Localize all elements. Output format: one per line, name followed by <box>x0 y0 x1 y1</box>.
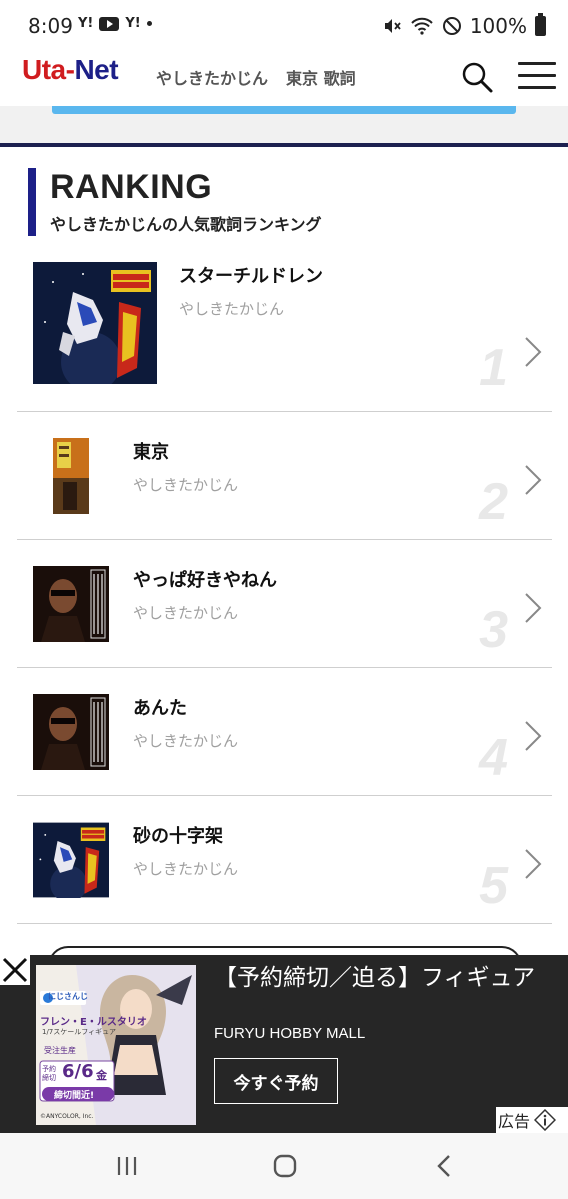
chevron-right-icon <box>525 849 542 879</box>
ad-sponsor: FURYU HOBBY MALL <box>214 1025 366 1042</box>
ad-image-deadline: 6/6 <box>62 1061 94 1082</box>
logo-text-uta: Uta- <box>22 54 75 85</box>
gundam-jacket-thumbnail <box>33 822 109 898</box>
progress-accent-bar <box>52 106 516 114</box>
section-accent-bar <box>28 168 36 236</box>
song-title[interactable]: スターチルドレン <box>179 262 323 288</box>
youtube-icon <box>99 16 120 31</box>
ranking-item-3[interactable]: やっぱ好きやねん やしきたかじん 3 <box>17 540 552 668</box>
chevron-right-icon <box>525 593 542 623</box>
wifi-icon <box>411 17 433 35</box>
breadcrumb: やしきたかじん 東京 歌詞 <box>156 65 356 89</box>
status-app-icons: Y! Y! <box>78 16 152 31</box>
song-artist: やしきたかじん <box>179 300 285 318</box>
song-artist: やしきたかじん <box>133 860 239 878</box>
ad-title[interactable]: 【予約締切／迫る】フィギュア <box>214 963 554 994</box>
ad-image-copyright: ©ANYCOLOR, Inc. <box>40 1113 94 1120</box>
breadcrumb-artist-link[interactable]: やしきたかじん <box>156 65 268 89</box>
breadcrumb-song-link[interactable]: 東京 歌詞 <box>286 65 356 89</box>
battery-percent: 100% <box>469 14 527 38</box>
ad-reserve-button[interactable]: 今すぐ予約 <box>214 1058 338 1104</box>
rank-number: 3 <box>479 601 508 659</box>
ranking-item-5[interactable]: 砂の十字架 やしきたかじん 5 <box>17 796 552 924</box>
takajin-jacket-thumbnail <box>33 566 109 642</box>
gundam-jacket-thumbnail <box>33 262 157 384</box>
ad-figure-image[interactable]: にじさんじ フレン・E・ルスタリオ 1/7スケールフィギュア 受注生産 予約締切… <box>36 965 196 1125</box>
song-artist: やしきたかじん <box>133 604 239 622</box>
song-title[interactable]: 東京 <box>133 438 169 464</box>
ad-image-deadline-label: 予約締切 <box>42 1065 56 1082</box>
ad-image-scale: 1/7スケールフィギュア <box>42 1028 116 1036</box>
close-icon[interactable] <box>0 955 30 985</box>
search-icon[interactable] <box>460 60 494 94</box>
song-artist: やしきたかじん <box>133 476 239 494</box>
notification-dot-icon <box>146 21 152 26</box>
status-bar: 8:09 Y! Y! 100% <box>0 0 568 52</box>
section-subtitle: やしきたかじんの人気歌詞ランキング <box>50 215 322 234</box>
hamburger-menu-icon[interactable] <box>518 62 556 90</box>
system-navigation-bar <box>0 1133 568 1199</box>
ad-info-icon[interactable] <box>534 1109 557 1131</box>
yahoo-icon: Y! <box>125 16 141 31</box>
rank-number: 5 <box>479 857 508 915</box>
ranking-list: スターチルドレン やしきたかじん 1 東京 やしきたかじん 2 やっぱ好きやねん… <box>17 250 552 924</box>
ad-image-order: 受注生産 <box>44 1046 76 1055</box>
recent-apps-icon[interactable] <box>112 1151 142 1181</box>
song-title[interactable]: やっぱ好きやねん <box>133 566 277 592</box>
takajin-jacket-thumbnail <box>33 694 109 770</box>
ad-image-day: 金 <box>96 1069 107 1082</box>
battery-icon <box>535 13 546 36</box>
section-title: RANKING <box>50 168 213 206</box>
logo-text-net: Net <box>74 54 119 85</box>
chevron-right-icon <box>525 465 542 495</box>
song-title[interactable]: あんた <box>133 694 187 720</box>
section-divider <box>0 143 568 147</box>
ranking-item-2[interactable]: 東京 やしきたかじん 2 <box>17 412 552 540</box>
site-header: Uta-Net やしきたかじん 東京 歌詞 <box>0 52 568 106</box>
ad-image-product: フレン・E・ルスタリオ <box>40 1017 147 1028</box>
mute-icon <box>384 19 401 33</box>
rank-number: 4 <box>479 729 508 787</box>
back-icon[interactable] <box>430 1151 460 1181</box>
yahoo-icon: Y! <box>78 16 94 31</box>
ad-banner[interactable]: にじさんじ フレン・E・ルスタリオ 1/7スケールフィギュア 受注生産 予約締切… <box>0 955 568 1133</box>
do-not-disturb-icon <box>442 17 461 35</box>
chevron-right-icon <box>525 337 542 367</box>
tokyo-jacket-thumbnail <box>33 438 109 514</box>
ad-image-brand: にじさんじ <box>48 992 88 1001</box>
song-artist: やしきたかじん <box>133 732 239 750</box>
song-title[interactable]: 砂の十字架 <box>133 822 223 848</box>
ad-label-badge[interactable]: 広告 <box>496 1107 568 1133</box>
status-time: 8:09 <box>28 14 73 38</box>
rank-number: 2 <box>479 473 508 531</box>
ad-image-soon: 締切間近! <box>54 1091 95 1101</box>
status-system-icons: 100% <box>382 13 546 38</box>
rank-number: 1 <box>479 339 508 397</box>
ad-label-text: 広告 <box>498 1112 531 1131</box>
site-logo[interactable]: Uta-Net <box>22 54 119 86</box>
ranking-item-4[interactable]: あんた やしきたかじん 4 <box>17 668 552 796</box>
ranking-item-1[interactable]: スターチルドレン やしきたかじん 1 <box>17 250 552 412</box>
header-band <box>0 106 568 144</box>
home-icon[interactable] <box>270 1151 300 1181</box>
chevron-right-icon <box>525 721 542 751</box>
